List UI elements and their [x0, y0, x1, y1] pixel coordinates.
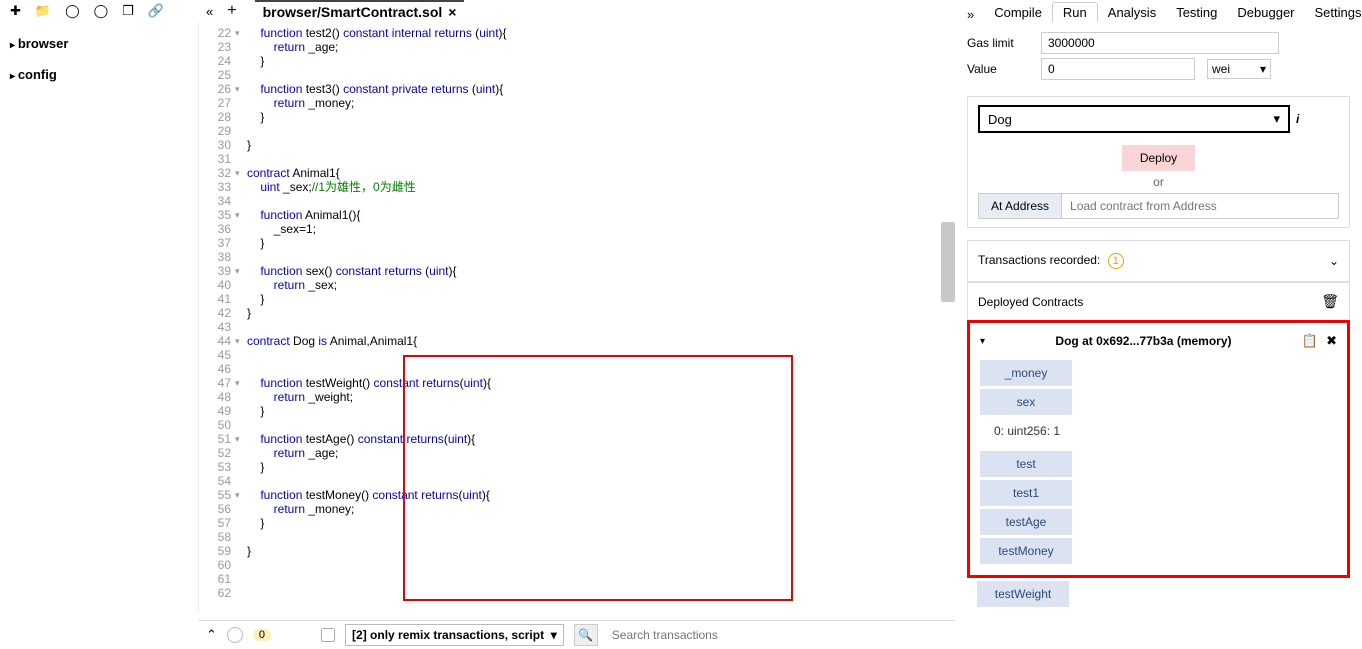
- collapse-left-icon[interactable]: «: [206, 4, 213, 19]
- contract-select[interactable]: Dog▾: [978, 105, 1290, 133]
- chevron-down-icon: ⌄: [1329, 254, 1339, 268]
- search-input[interactable]: [608, 624, 828, 646]
- deployed-contracts-label: Deployed Contracts: [978, 295, 1083, 309]
- fn-money-button[interactable]: _money: [980, 360, 1072, 386]
- listen-checkbox[interactable]: [321, 628, 335, 642]
- deployed-instance: ▾ Dog at 0x692...77b3a (memory) 📋 ✖ _mon…: [967, 320, 1350, 578]
- open-folder-icon[interactable]: 📁: [35, 3, 51, 19]
- fn-testage-button[interactable]: testAge: [980, 509, 1072, 535]
- fn-test-button[interactable]: test: [980, 451, 1072, 477]
- fn-test1-button[interactable]: test1: [980, 480, 1072, 506]
- tree-item-config[interactable]: config: [10, 59, 188, 90]
- terminal-bar: ⌃ 0 [2] only remix transactions, script …: [198, 620, 955, 649]
- gas-limit-label: Gas limit: [967, 36, 1029, 50]
- tab-debugger[interactable]: Debugger: [1227, 3, 1304, 22]
- clear-icon[interactable]: [227, 627, 243, 643]
- link-icon[interactable]: 🔗: [148, 3, 164, 19]
- value-input[interactable]: [1041, 58, 1195, 80]
- deploy-button[interactable]: Deploy: [1122, 145, 1195, 171]
- github-alt-icon[interactable]: ◯: [94, 3, 109, 19]
- fn-testweight-button[interactable]: testWeight: [977, 581, 1069, 607]
- tab-settings[interactable]: Settings: [1305, 3, 1362, 22]
- tab-analysis[interactable]: Analysis: [1098, 3, 1166, 22]
- collapse-right-icon[interactable]: »: [967, 7, 974, 22]
- fn-sex-button[interactable]: sex: [980, 389, 1072, 415]
- close-instance-icon[interactable]: ✖: [1326, 333, 1337, 349]
- expand-terminal-icon[interactable]: ⌃: [206, 627, 217, 643]
- pending-count[interactable]: 0: [253, 629, 271, 641]
- github-icon[interactable]: ◯: [65, 3, 80, 19]
- return-value: 0: uint256: 1: [980, 418, 1337, 448]
- transactions-recorded[interactable]: Transactions recorded: 1 ⌄: [967, 240, 1350, 282]
- tab-testing[interactable]: Testing: [1166, 3, 1227, 22]
- fn-testmoney-button[interactable]: testMoney: [980, 538, 1072, 564]
- tree-item-browser[interactable]: browser: [10, 28, 188, 59]
- add-tab-icon[interactable]: +: [227, 2, 236, 20]
- file-explorer: browser config: [0, 22, 198, 612]
- tab-compile[interactable]: Compile: [984, 3, 1052, 22]
- editor-tab[interactable]: browser/SmartContract.sol ×: [255, 0, 465, 22]
- at-address-input[interactable]: [1062, 193, 1339, 219]
- tab-title: browser/SmartContract.sol: [263, 4, 443, 20]
- search-icon[interactable]: 🔍: [574, 624, 598, 646]
- trash-icon[interactable]: 🗑: [1321, 293, 1339, 310]
- instance-toggle-icon[interactable]: ▾: [980, 336, 985, 347]
- value-label: Value: [967, 62, 1029, 76]
- editor-scrollbar[interactable]: [941, 22, 955, 612]
- filter-select[interactable]: [2] only remix transactions, script ▾: [345, 624, 564, 646]
- tab-run[interactable]: Run: [1052, 2, 1098, 22]
- copy-icon[interactable]: ❐: [122, 3, 134, 19]
- at-address-button[interactable]: At Address: [978, 193, 1062, 219]
- gas-limit-input[interactable]: [1041, 32, 1279, 54]
- new-file-icon[interactable]: ✚: [10, 3, 21, 19]
- value-unit-select[interactable]: wei▾: [1207, 59, 1271, 79]
- or-label: or: [978, 175, 1339, 189]
- copy-address-icon[interactable]: 📋: [1302, 333, 1318, 349]
- info-icon[interactable]: i: [1296, 112, 1299, 126]
- instance-name: Dog at 0x692...77b3a (memory): [993, 334, 1294, 348]
- close-tab-icon[interactable]: ×: [448, 4, 456, 20]
